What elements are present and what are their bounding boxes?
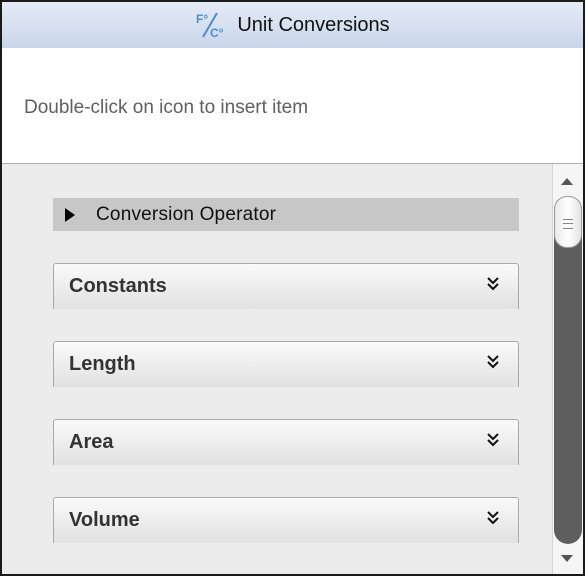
double-chevron-down-icon[interactable] bbox=[486, 432, 500, 448]
category-label: Length bbox=[69, 353, 136, 375]
vertical-scrollbar[interactable] bbox=[552, 164, 583, 574]
category-label: Area bbox=[69, 431, 114, 453]
double-chevron-down-icon[interactable] bbox=[486, 276, 500, 292]
svg-text:C°: C° bbox=[210, 26, 224, 40]
insert-hint: Double-click on icon to insert item bbox=[24, 97, 309, 118]
scrollbar-thumb[interactable] bbox=[554, 196, 582, 248]
category-volume[interactable]: Volume bbox=[53, 497, 519, 543]
double-chevron-down-icon[interactable] bbox=[486, 510, 500, 526]
category-label: Volume bbox=[69, 509, 140, 531]
double-chevron-down-icon[interactable] bbox=[486, 354, 500, 370]
category-label: Constants bbox=[69, 275, 167, 297]
category-length[interactable]: Length bbox=[53, 341, 519, 387]
catalog-scroll-area[interactable]: Conversion Operator Constants Length Are… bbox=[2, 164, 583, 574]
category-constants[interactable]: Constants bbox=[53, 263, 519, 309]
conversion-operator-label: Conversion Operator bbox=[96, 203, 277, 225]
panel-titlebar[interactable]: F° C° Unit Conversions bbox=[2, 2, 583, 49]
scrollbar-track[interactable] bbox=[554, 196, 582, 544]
hint-area: Double-click on icon to insert item bbox=[2, 48, 583, 164]
expand-triangle-icon[interactable] bbox=[65, 207, 75, 222]
category-area[interactable]: Area bbox=[53, 419, 519, 465]
scroll-grip-icon bbox=[563, 219, 573, 229]
panel-title: Unit Conversions bbox=[237, 13, 390, 36]
scroll-up-arrow-icon[interactable] bbox=[561, 178, 573, 185]
unit-conversions-panel: F° C° Unit Conversions Double-click on i… bbox=[0, 0, 585, 576]
svg-text:F°: F° bbox=[196, 12, 208, 26]
conversion-operator-item[interactable]: Conversion Operator bbox=[53, 198, 519, 231]
scroll-down-arrow-icon[interactable] bbox=[561, 555, 573, 562]
fahrenheit-celsius-icon: F° C° bbox=[195, 10, 229, 40]
catalog-items: Conversion Operator Constants Length Are… bbox=[53, 198, 519, 543]
